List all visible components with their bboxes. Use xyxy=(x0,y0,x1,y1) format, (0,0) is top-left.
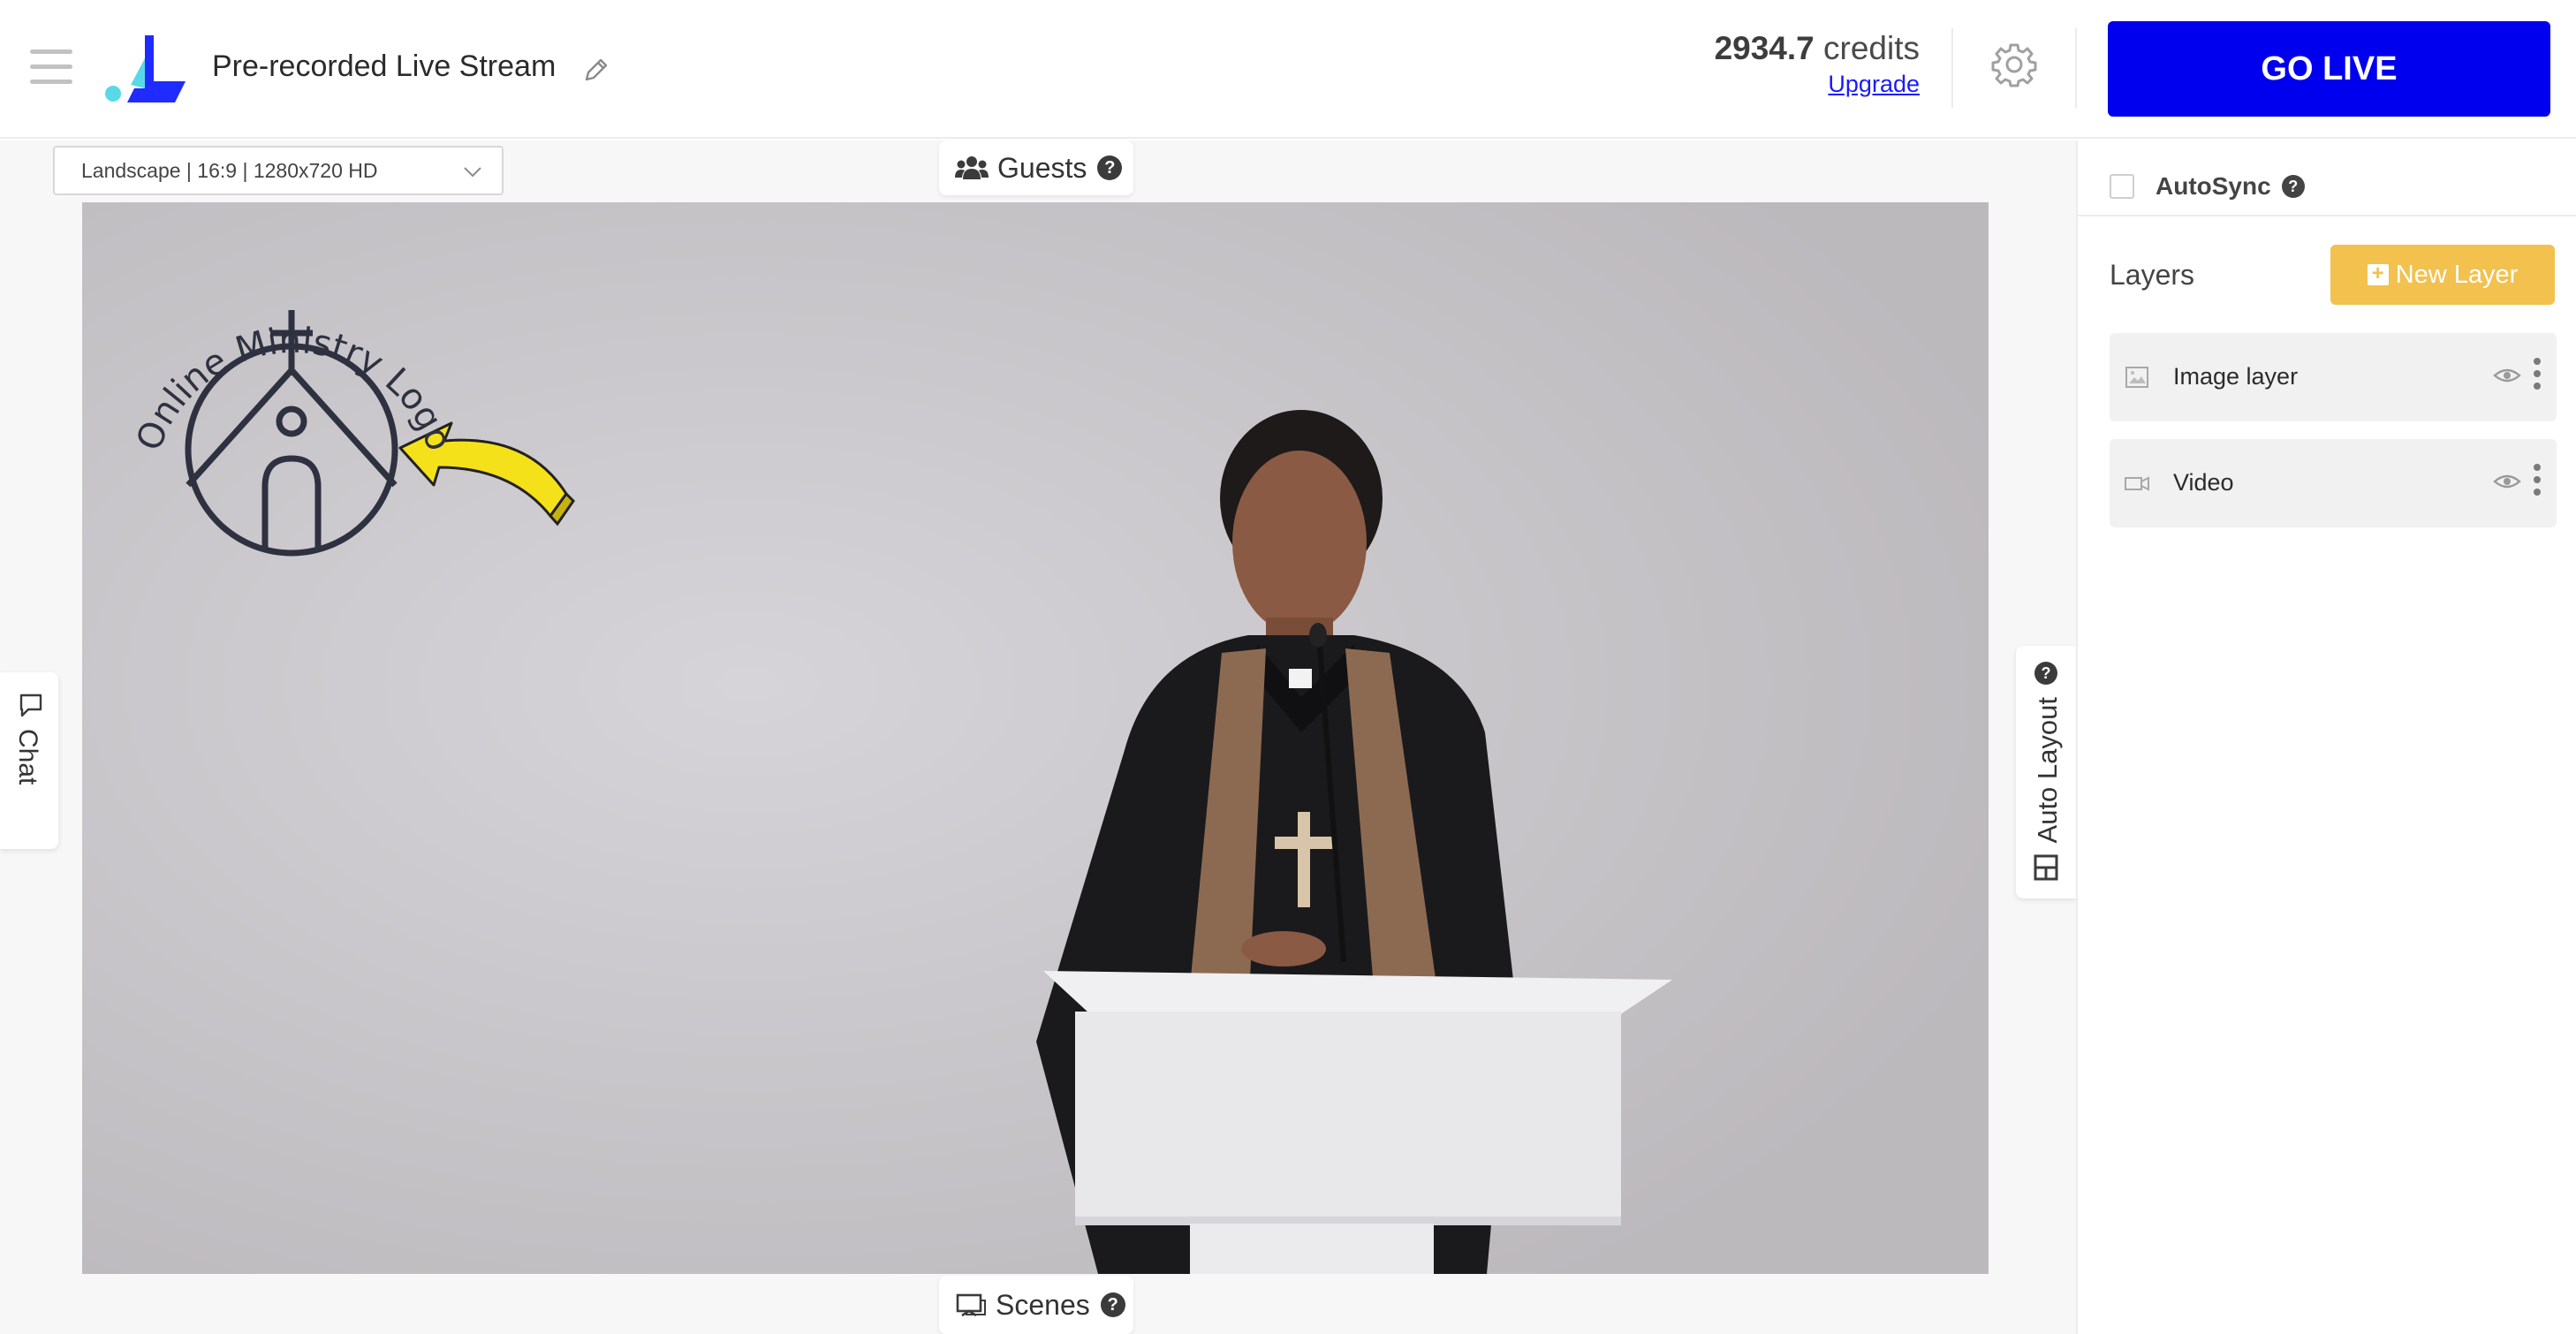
users-icon xyxy=(955,156,989,179)
scenes-icon xyxy=(956,1293,986,1317)
more-options-icon[interactable] xyxy=(2530,464,2544,503)
layers-title: Layers xyxy=(2110,259,2195,291)
help-icon[interactable]: ? xyxy=(1097,155,1123,180)
layer-name: Image layer xyxy=(2173,363,2299,390)
chat-icon xyxy=(19,694,42,717)
autosync-label: AutoSync xyxy=(2156,172,2271,200)
help-icon[interactable]: ? xyxy=(1100,1292,1125,1317)
help-icon[interactable]: ? xyxy=(2034,662,2057,685)
layer-name: Video xyxy=(2173,469,2234,496)
layout-select-value: Landscape | 16:9 | 1280x720 HD xyxy=(81,159,378,182)
credits-unit: credits xyxy=(1823,30,1920,66)
pencil-edit-icon[interactable] xyxy=(581,55,611,85)
layer-item-video[interactable]: Video xyxy=(2110,439,2557,527)
chat-tab[interactable]: Chat xyxy=(0,672,58,849)
help-icon[interactable]: ? xyxy=(2281,175,2305,198)
autosync-row: AutoSync ? xyxy=(2110,167,2305,206)
image-icon xyxy=(2125,367,2148,388)
eye-icon[interactable] xyxy=(2493,365,2521,386)
credits-value: 2934.7 xyxy=(1714,30,1815,66)
plus-icon: + xyxy=(2367,263,2389,285)
header-divider xyxy=(1951,28,1953,108)
new-layer-button[interactable]: + New Layer xyxy=(2330,245,2555,305)
menu-icon[interactable] xyxy=(30,49,72,87)
video-camera-icon xyxy=(2125,476,2149,491)
guests-label: Guests xyxy=(997,151,1087,184)
layout-grid-icon xyxy=(2034,854,2058,881)
credits-display: 2934.7 credits xyxy=(1715,30,1920,67)
scenes-button[interactable]: Scenes ? xyxy=(939,1276,1133,1334)
layout-select[interactable]: Landscape | 16:9 | 1280x720 HD xyxy=(53,146,504,195)
stream-title: Pre-recorded Live Stream xyxy=(212,49,557,83)
chevron-down-icon xyxy=(464,167,481,178)
scenes-label: Scenes xyxy=(996,1288,1090,1321)
go-live-button[interactable]: GO LIVE xyxy=(2108,21,2550,117)
chat-label: Chat xyxy=(13,729,42,785)
autosync-checkbox[interactable] xyxy=(2110,174,2134,199)
auto-layout-label: Auto Layout xyxy=(2032,697,2063,844)
auto-layout-tab[interactable]: ? Auto Layout xyxy=(2016,646,2076,898)
video-frame: Online Ministry Logo xyxy=(82,202,1989,1274)
layer-item-image[interactable]: Image layer xyxy=(2110,333,2557,421)
new-layer-label: New Layer xyxy=(2395,260,2519,289)
layers-panel: AutoSync ? Layers + New Layer Image laye… xyxy=(2076,140,2576,1334)
more-options-icon[interactable] xyxy=(2530,358,2544,397)
video-preview: Online Ministry Logo xyxy=(82,202,1989,1274)
app-logo xyxy=(105,35,186,102)
gear-icon[interactable] xyxy=(1990,41,2038,88)
upgrade-link[interactable]: Upgrade xyxy=(1828,71,1920,98)
header-divider xyxy=(2075,28,2077,108)
studio-canvas-area: Landscape | 16:9 | 1280x720 HD Guests ? xyxy=(0,140,2076,1334)
guests-button[interactable]: Guests ? xyxy=(939,140,1133,195)
eye-icon[interactable] xyxy=(2493,471,2521,492)
panel-divider xyxy=(2078,215,2576,216)
top-bar: Pre-recorded Live Stream 2934.7 credits … xyxy=(0,0,2576,139)
